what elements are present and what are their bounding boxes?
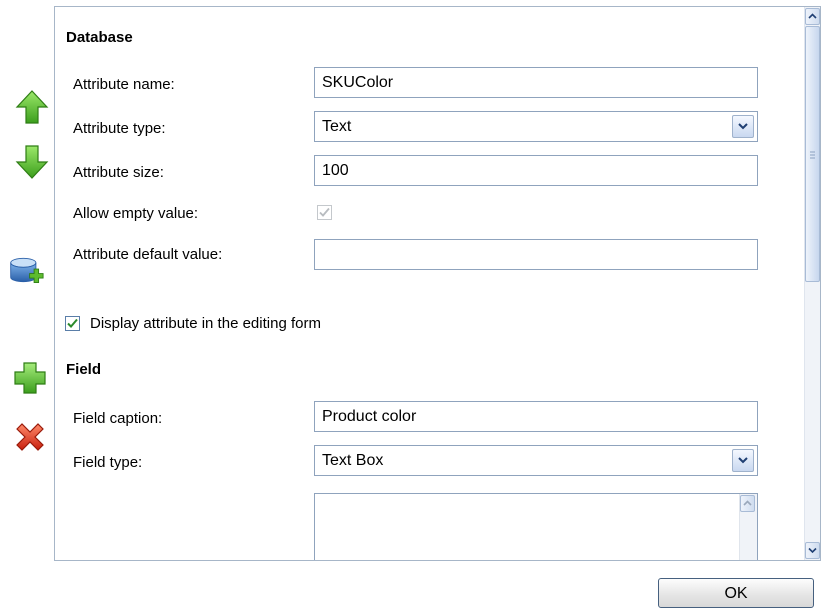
attribute-size-label: Attribute size: <box>73 164 164 181</box>
field-textarea[interactable] <box>314 493 758 560</box>
field-section-title: Field <box>66 361 102 378</box>
scroll-up-button[interactable] <box>805 8 820 25</box>
textarea-scrollbar[interactable] <box>739 494 757 560</box>
allow-empty-checkbox <box>317 205 332 220</box>
field-type-label: Field type: <box>73 454 143 471</box>
attribute-type-label: Attribute type: <box>73 120 166 137</box>
display-in-form-label[interactable]: Display attribute in the editing form <box>90 315 321 332</box>
add-database-icon[interactable] <box>8 252 44 288</box>
attribute-type-value: Text <box>322 118 352 135</box>
ok-button[interactable]: OK <box>658 578 814 608</box>
attribute-type-select[interactable]: Text <box>314 111 758 142</box>
default-value-input[interactable] <box>314 239 758 270</box>
default-value-label: Attribute default value: <box>73 246 223 263</box>
chevron-down-icon[interactable] <box>732 449 754 472</box>
add-icon[interactable] <box>12 360 48 396</box>
attribute-name-label: Attribute name: <box>73 76 175 93</box>
field-type-select[interactable]: Text Box <box>314 445 758 476</box>
allow-empty-label: Allow empty value: <box>73 205 199 222</box>
arrow-down-icon[interactable] <box>14 144 50 180</box>
attribute-name-input[interactable]: SKUColor <box>314 67 758 98</box>
field-type-value: Text Box <box>322 452 384 469</box>
field-caption-input[interactable]: Product color <box>314 401 758 432</box>
delete-icon[interactable] <box>12 420 48 456</box>
arrow-up-icon[interactable] <box>14 89 50 125</box>
scroll-thumb[interactable] <box>805 26 820 282</box>
scroll-down-button[interactable] <box>805 542 820 559</box>
attribute-properties-panel: Database Attribute name: SKUColor Attrib… <box>54 6 821 561</box>
attribute-size-input[interactable]: 100 <box>314 155 758 186</box>
field-caption-label: Field caption: <box>73 410 163 427</box>
chevron-down-icon[interactable] <box>732 115 754 138</box>
textarea-scroll-up-button[interactable] <box>740 495 755 512</box>
display-in-form-checkbox[interactable] <box>65 316 80 331</box>
database-section-title: Database <box>66 29 133 46</box>
panel-scrollbar[interactable] <box>804 7 820 560</box>
